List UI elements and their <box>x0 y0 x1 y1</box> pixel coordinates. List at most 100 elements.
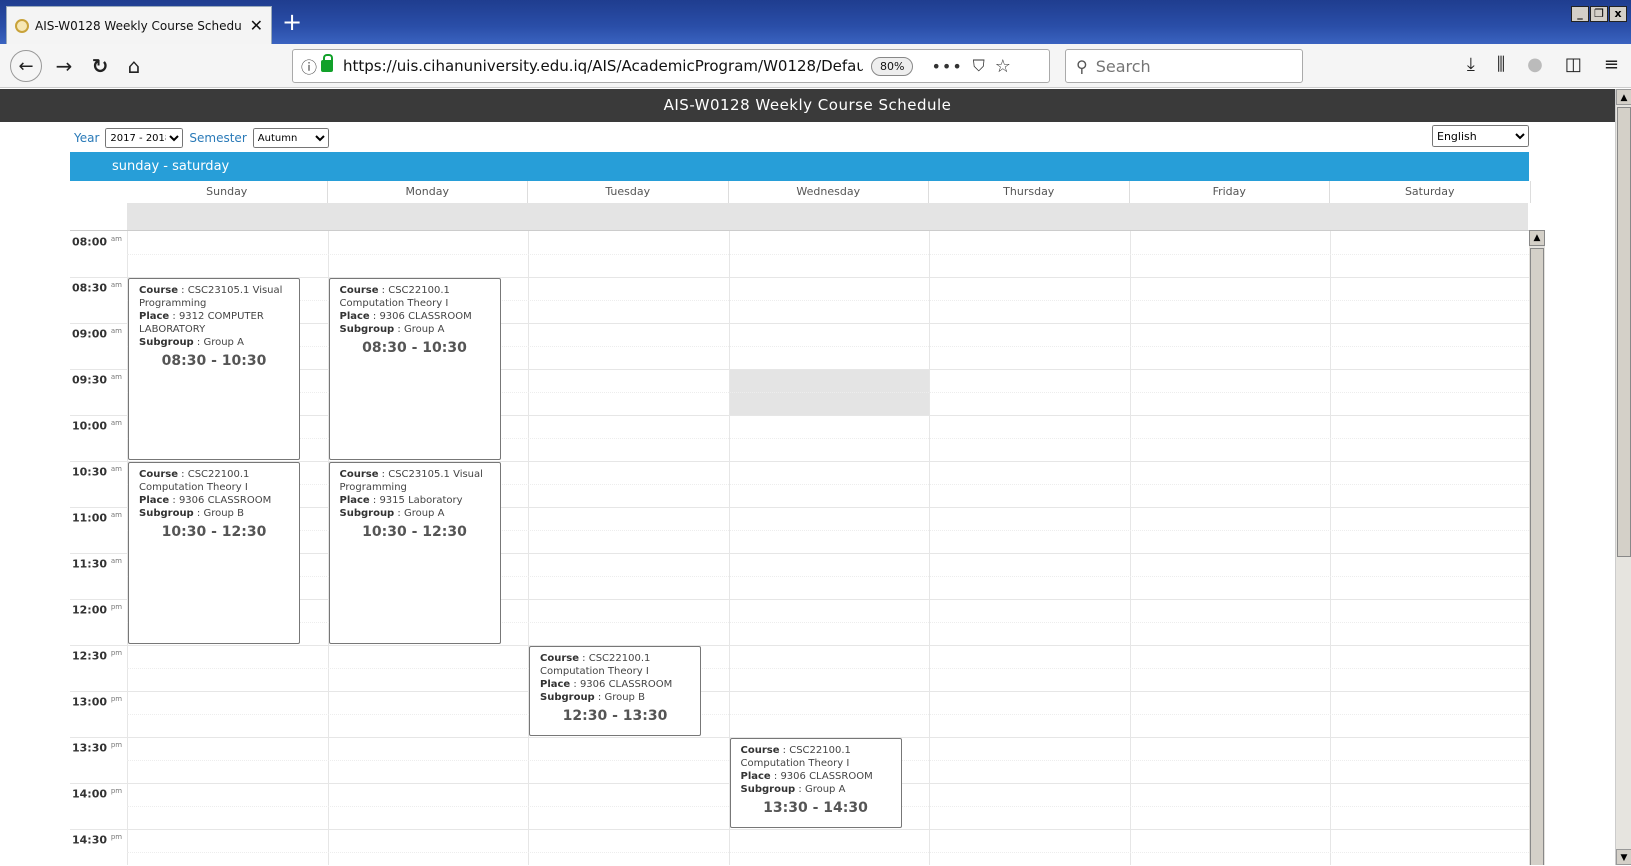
time-label-ampm: am <box>110 373 122 381</box>
event-time: 13:30 - 14:30 <box>763 800 868 816</box>
time-label: 12:00 pm <box>72 603 122 617</box>
event-time: 08:30 - 10:30 <box>161 353 267 369</box>
time-label-text: 12:00 <box>72 603 111 617</box>
course-event[interactable]: Course : CSC23105.1 Visual Programming Pl… <box>128 278 300 460</box>
time-label: 09:00 am <box>72 327 122 341</box>
event-subgroup-label: Subgroup <box>339 324 395 335</box>
event-place-label: Place <box>339 495 370 506</box>
page-actions-icon[interactable]: ••• <box>931 57 962 76</box>
schedule-filters: Year 2017 - 2018 Semester Autumn <box>74 127 329 149</box>
event-place-value: : 9306 CLASSROOM <box>770 771 873 782</box>
event-course: Course : CSC22100.1 Computation Theory I <box>540 652 690 678</box>
day-header-thursday: Thursday <box>929 181 1130 203</box>
site-favicon-icon <box>15 18 29 33</box>
lock-icon <box>321 54 334 72</box>
slot-line <box>70 691 1529 692</box>
half-slot-line <box>127 668 1531 669</box>
close-tab-icon[interactable]: ✕ <box>250 16 263 35</box>
time-label-text: 08:30 <box>72 281 111 295</box>
library-icon[interactable]: ⫼ <box>1497 54 1505 75</box>
page-scroll-thumb[interactable] <box>1617 107 1631 557</box>
event-course-label: Course <box>540 653 579 664</box>
grid-scrollbar[interactable]: ▲ <box>1529 230 1545 865</box>
course-event[interactable]: Course : CSC22100.1 Computation Theory I… <box>128 462 300 644</box>
extension-icon[interactable]: ● <box>1527 54 1543 75</box>
event-subgroup-label: Subgroup <box>139 508 194 519</box>
event-subgroup: Subgroup : Group B <box>139 507 289 520</box>
slot-line <box>70 829 1529 830</box>
minimize-icon[interactable]: _ <box>1571 6 1589 22</box>
event-course: Course : CSC22100.1 Computation Theory I <box>741 744 891 770</box>
event-time: 10:30 - 12:30 <box>362 524 467 540</box>
day-header-tuesday: Tuesday <box>528 181 729 203</box>
time-label-ampm: am <box>110 281 122 289</box>
forward-button[interactable]: → <box>50 50 78 82</box>
time-label-text: 13:00 <box>72 695 111 709</box>
time-label: 11:30 am <box>72 557 122 571</box>
time-label-ampm: am <box>110 327 122 335</box>
site-info-icon[interactable]: ⓘ <box>301 54 317 78</box>
page-content: AIS-W0128 Weekly Course Schedule Year 20… <box>0 89 1615 865</box>
half-slot-line <box>127 852 1531 853</box>
zoom-badge[interactable]: 80% <box>871 56 914 76</box>
close-window-icon[interactable]: x <box>1609 6 1627 22</box>
event-subgroup-value: : Group B <box>193 508 244 519</box>
reload-button[interactable]: ↻ <box>86 50 114 82</box>
toolbar-icons: ⤓ ⫼ ● ◫ ≡ <box>1467 54 1619 75</box>
language-select[interactable]: English <box>1432 125 1529 147</box>
search-input[interactable] <box>1095 56 1266 76</box>
event-place-label: Place <box>740 771 771 782</box>
arrow-left-icon: ← <box>18 55 34 77</box>
event-place-label: Place <box>540 679 571 690</box>
event-subgroup-label: Subgroup <box>540 692 595 703</box>
time-label-ampm: pm <box>110 787 123 795</box>
event-subgroup-value: : Group A <box>394 324 445 335</box>
event-subgroup-value: : Group A <box>193 337 244 348</box>
semester-select[interactable]: Autumn <box>252 128 329 148</box>
event-subgroup-label: Subgroup <box>740 784 796 795</box>
all-day-row <box>127 203 1528 230</box>
menu-icon[interactable]: ≡ <box>1604 54 1619 75</box>
event-place: Place : 9306 CLASSROOM <box>139 494 289 507</box>
url-bar[interactable]: ⓘ https://uis.cihanuniversity.edu.iq/AIS… <box>292 49 1050 83</box>
course-event[interactable]: Course : CSC22100.1 Computation Theory I… <box>529 646 701 736</box>
year-select[interactable]: 2017 - 2018 <box>105 128 184 148</box>
event-subgroup: Subgroup : Group A <box>340 507 490 520</box>
scroll-up-icon[interactable]: ▲ <box>1529 230 1545 246</box>
home-icon: ⌂ <box>127 54 141 78</box>
day-header-wednesday: Wednesday <box>729 181 929 203</box>
sidebar-icon[interactable]: ◫ <box>1565 54 1582 75</box>
event-place: Place : 9306 CLASSROOM <box>741 770 891 783</box>
event-subgroup: Subgroup : Group B <box>540 691 690 704</box>
bookmark-star-icon[interactable]: ☆ <box>995 56 1011 77</box>
course-event[interactable]: Course : CSC23105.1 Visual Programming Pl… <box>328 462 501 644</box>
browser-tab[interactable]: AIS-W0128 Weekly Course Schedu ✕ <box>6 6 272 44</box>
home-button[interactable]: ⌂ <box>120 50 148 82</box>
time-label: 11:00 am <box>72 511 122 525</box>
page-scrollbar[interactable]: ▲ ▼ <box>1615 89 1631 865</box>
pocket-icon[interactable]: ⛉ <box>973 56 985 76</box>
restore-icon[interactable]: ❐ <box>1590 6 1608 22</box>
page-scroll-up-icon[interactable]: ▲ <box>1616 89 1631 105</box>
search-box[interactable]: ⚲ <box>1065 49 1303 83</box>
arrow-right-icon: → <box>55 54 73 78</box>
scroll-thumb[interactable] <box>1530 248 1544 865</box>
download-icon[interactable]: ⤓ <box>1467 54 1475 75</box>
course-event[interactable]: Course : CSC22100.1 Computation Theory I… <box>328 278 501 460</box>
time-label: 13:30 pm <box>72 741 122 755</box>
page-scroll-down-icon[interactable]: ▼ <box>1616 849 1631 865</box>
back-button[interactable]: ← <box>10 50 42 82</box>
course-event[interactable]: Course : CSC22100.1 Computation Theory I… <box>729 738 902 828</box>
browser-nav-bar: ← → ↻ ⌂ ⓘ https://uis.cihanuniversity.ed… <box>0 44 1631 88</box>
event-place-value: : 9315 Laboratory <box>369 495 463 506</box>
event-subgroup-value: : Group A <box>394 508 445 519</box>
time-label: 13:00 pm <box>72 695 122 709</box>
url-text[interactable]: https://uis.cihanuniversity.edu.iq/AIS/A… <box>343 57 863 75</box>
new-tab-button[interactable]: + <box>282 8 302 36</box>
year-label: Year <box>74 131 100 145</box>
event-course-label: Course <box>139 285 178 296</box>
time-label-ampm: pm <box>110 833 123 841</box>
event-time: 08:30 - 10:30 <box>362 340 467 356</box>
time-label-text: 12:30 <box>72 649 111 663</box>
time-label-ampm: am <box>110 511 122 519</box>
